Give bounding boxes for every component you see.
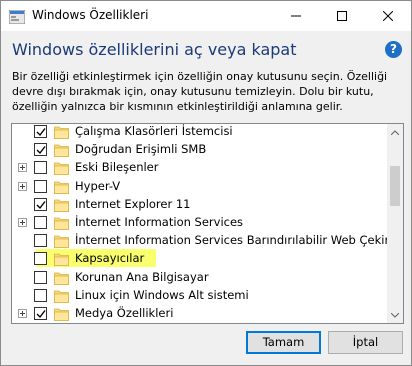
feature-checkbox[interactable]: [34, 216, 47, 229]
maximize-button[interactable]: [319, 1, 365, 31]
feature-label: Doğrudan Erişimli SMB: [75, 142, 207, 157]
minimize-button[interactable]: [273, 1, 319, 31]
feature-checkbox[interactable]: [34, 197, 47, 211]
feature-row[interactable]: İnternet Information Services Barındırıl…: [12, 231, 403, 249]
feature-checkbox[interactable]: [34, 143, 47, 157]
ok-button[interactable]: Tamam: [246, 331, 321, 354]
minimize-icon: [291, 15, 301, 17]
feature-label: İnternet Information Services Barındırıl…: [75, 233, 404, 248]
windows-features-icon: [8, 9, 26, 25]
expand-icon[interactable]: [18, 163, 27, 173]
feature-checkbox[interactable]: [34, 161, 47, 175]
folder-icon: [54, 270, 69, 285]
feature-label: Kapsayıcılar: [75, 251, 145, 266]
scrollbar-thumb[interactable]: [390, 166, 400, 206]
chevron-up-icon: [391, 129, 399, 135]
feature-row[interactable]: Çalışma Klasörleri İstemcisi: [12, 124, 388, 140]
feature-row[interactable]: Doğrudan Erişimli SMB: [12, 140, 388, 158]
close-button[interactable]: [365, 1, 411, 31]
feature-label: Hyper-V: [75, 178, 121, 193]
feature-row[interactable]: Hyper-V: [12, 177, 388, 195]
checkmark-icon: [36, 128, 46, 137]
expand-icon[interactable]: [18, 181, 27, 191]
feature-label: Eski Bileşenler: [75, 160, 159, 175]
feature-checkbox[interactable]: [34, 234, 47, 248]
folder-icon: [54, 251, 69, 267]
feature-checkbox[interactable]: [34, 125, 47, 138]
description-text: Bir özelliği etkinleştirmek için özelliğ…: [12, 70, 388, 113]
feature-row[interactable]: Kapsayıcılar: [12, 249, 388, 268]
feature-checkbox[interactable]: [34, 307, 47, 320]
title-bar[interactable]: Windows Özellikleri: [1, 1, 411, 31]
help-icon[interactable]: ?: [385, 41, 402, 58]
feature-label: Medya Özellikleri: [75, 306, 174, 320]
folder-icon: [54, 124, 69, 139]
windows-features-dialog: Windows Özellikleri Windows özelliklerin…: [0, 0, 412, 366]
folder-icon: [54, 288, 69, 303]
close-icon: [383, 11, 393, 21]
feature-label: Internet Explorer 11: [75, 196, 191, 211]
feature-row[interactable]: İnternet Information Services: [12, 213, 388, 231]
page-title: Windows özelliklerini aç veya kapat: [12, 40, 297, 59]
feature-row[interactable]: Korunan Ana Bilgisayar: [12, 268, 388, 286]
folder-icon: [54, 215, 69, 230]
folder-icon: [54, 160, 69, 176]
feature-row[interactable]: Linux için Windows Alt sistemi: [12, 286, 388, 304]
vertical-scrollbar[interactable]: [387, 124, 403, 323]
scroll-up-button[interactable]: [387, 124, 403, 140]
chevron-down-icon: [391, 312, 399, 318]
folder-icon: [54, 233, 69, 249]
cancel-button[interactable]: İptal: [328, 331, 403, 354]
folder-icon: [54, 142, 69, 158]
window-title: Windows Özellikleri: [32, 8, 149, 22]
folder-icon: [54, 306, 69, 321]
scroll-down-button[interactable]: [387, 307, 403, 323]
folder-icon: [54, 179, 69, 194]
checkmark-icon: [36, 310, 46, 319]
feature-label: Çalışma Klasörleri İstemcisi: [75, 124, 233, 138]
feature-checkbox[interactable]: [34, 270, 47, 284]
feature-row[interactable]: Eski Bileşenler: [12, 158, 388, 176]
checkmark-icon: [36, 200, 46, 209]
maximize-icon: [337, 11, 347, 21]
expand-icon[interactable]: [18, 309, 27, 318]
folder-icon: [54, 197, 69, 212]
expand-icon[interactable]: [18, 218, 27, 227]
features-list[interactable]: Çalışma Klasörleri İstemcisi Doğrudan Eri…: [11, 123, 404, 324]
feature-checkbox[interactable]: [34, 252, 47, 266]
feature-checkbox[interactable]: [34, 288, 47, 302]
feature-checkbox[interactable]: [34, 179, 47, 193]
checkmark-icon: [36, 146, 46, 155]
feature-label: Linux için Windows Alt sistemi: [75, 287, 249, 302]
feature-label: İnternet Information Services: [75, 215, 244, 229]
feature-label: Korunan Ana Bilgisayar: [75, 269, 209, 284]
feature-row[interactable]: Internet Explorer 11: [12, 195, 388, 213]
feature-row[interactable]: Medya Özellikleri: [12, 304, 388, 322]
